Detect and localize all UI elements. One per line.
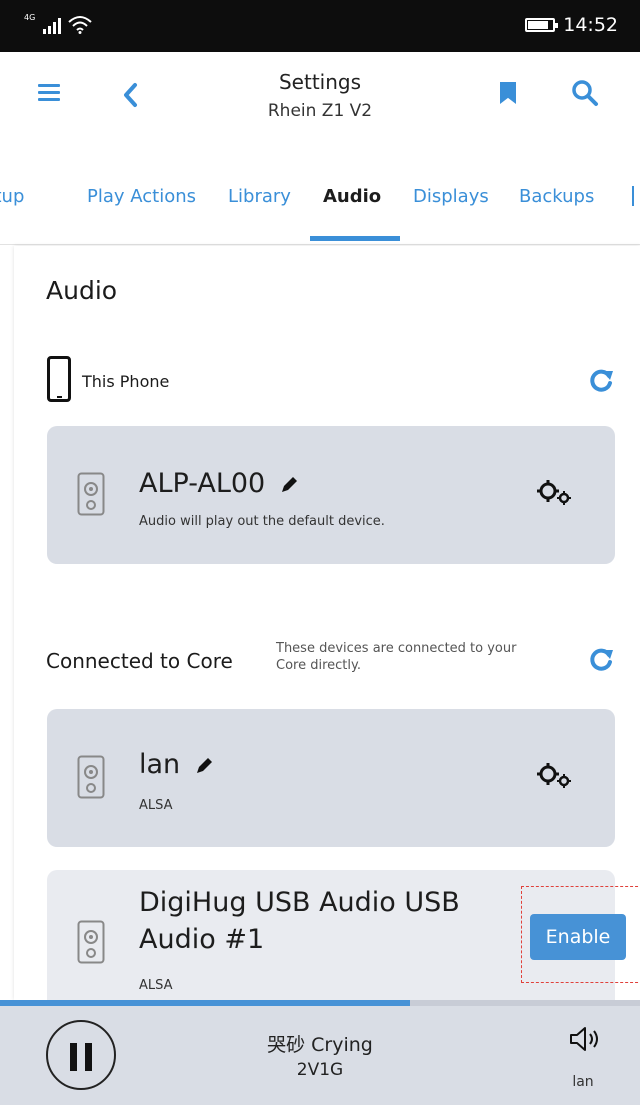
page-title: Settings xyxy=(278,70,362,94)
network-type: 4G xyxy=(24,13,36,22)
speaker-icon xyxy=(77,755,105,799)
refresh-icon[interactable] xyxy=(588,647,614,673)
tab-backups[interactable]: Backups xyxy=(519,186,594,207)
enable-button[interactable]: Enable xyxy=(530,914,626,960)
tab-setup[interactable]: Setup xyxy=(0,186,24,207)
active-tab-indicator xyxy=(310,236,400,241)
status-bar: 4G 14:52 xyxy=(0,0,640,52)
clock: 14:52 xyxy=(563,14,618,36)
device-card-phone[interactable]: ALP-AL00 Audio will play out the default… xyxy=(47,426,615,564)
device-type: ALSA xyxy=(139,798,173,813)
device-name: lan xyxy=(139,749,215,780)
device-card-lan[interactable]: lan ALSA xyxy=(47,709,615,847)
edit-pencil-icon[interactable] xyxy=(193,755,215,777)
settings-tabs: Setup Play Actions Library Audio Display… xyxy=(0,150,640,246)
section-title: Audio xyxy=(46,276,118,305)
tab-play-actions[interactable]: Play Actions xyxy=(87,186,196,207)
connected-to-core-note: These devices are connected to your Core… xyxy=(276,641,517,673)
device-description: Audio will play out the default device. xyxy=(139,514,385,529)
zone-name[interactable]: lan xyxy=(560,1074,606,1090)
device-card-digihug: DigiHug USB Audio USB Audio #1 ALSA Enab… xyxy=(47,870,640,1000)
battery-icon xyxy=(525,18,559,32)
track-title[interactable]: 哭砂 Crying xyxy=(0,1030,640,1057)
audio-panel: Audio This Phone ALP-AL00 Audio will pla… xyxy=(14,246,640,1000)
edit-pencil-icon[interactable] xyxy=(278,474,300,496)
tab-library[interactable]: Library xyxy=(228,186,291,207)
phone-icon xyxy=(47,356,71,402)
this-phone-label: This Phone xyxy=(82,372,170,391)
settings-gears-icon[interactable] xyxy=(535,478,575,508)
tab-displays[interactable]: Displays xyxy=(413,186,489,207)
connected-to-core-label: Connected to Core xyxy=(46,649,233,673)
tab-more-edge[interactable] xyxy=(632,186,634,206)
settings-gears-icon[interactable] xyxy=(535,761,575,791)
volume-icon[interactable] xyxy=(568,1024,602,1054)
tab-divider xyxy=(0,244,640,245)
device-name: DigiHug USB Audio USB Audio #1 xyxy=(139,887,460,955)
refresh-icon[interactable] xyxy=(588,368,614,394)
search-icon[interactable] xyxy=(570,78,600,108)
page-subtitle: Rhein Z1 V2 xyxy=(267,101,373,121)
signal-icon xyxy=(43,16,62,34)
wifi-icon xyxy=(68,16,92,34)
device-type: ALSA xyxy=(139,978,173,993)
speaker-icon xyxy=(77,920,105,964)
device-name: ALP-AL00 xyxy=(139,468,300,499)
app-header: Settings Rhein Z1 V2 xyxy=(0,52,640,148)
now-playing-bar: 哭砂 Crying 2V1G lan xyxy=(0,1006,640,1105)
tab-audio[interactable]: Audio xyxy=(323,186,381,207)
speaker-icon xyxy=(77,472,105,516)
track-artist: 2V1G xyxy=(296,1060,344,1080)
